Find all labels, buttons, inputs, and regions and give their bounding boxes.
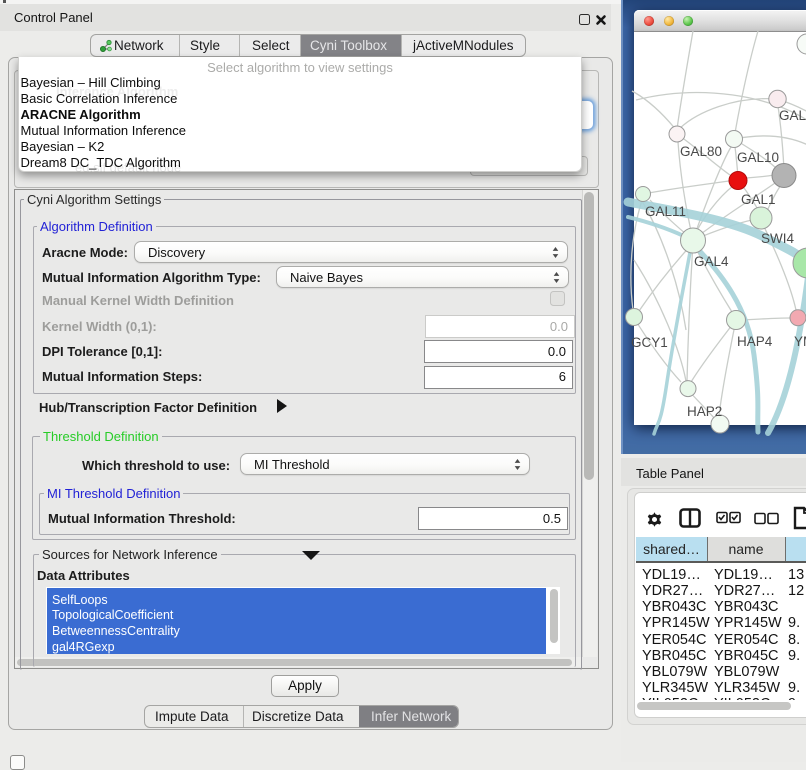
svg-text:SWI4: SWI4 xyxy=(761,231,794,246)
svg-text:GAL7: GAL7 xyxy=(779,108,806,123)
svg-text:GAL1: GAL1 xyxy=(741,192,776,207)
svg-text:HAP4: HAP4 xyxy=(737,334,773,349)
svg-text:GAL11: GAL11 xyxy=(645,204,686,219)
svg-text:GAL10: GAL10 xyxy=(737,150,779,165)
svg-text:YM: YM xyxy=(794,334,806,349)
svg-text:HAP2: HAP2 xyxy=(687,404,722,419)
svg-text:GCY1: GCY1 xyxy=(631,335,668,350)
svg-text:GAL4: GAL4 xyxy=(694,254,729,269)
svg-text:GAL80: GAL80 xyxy=(680,144,722,159)
